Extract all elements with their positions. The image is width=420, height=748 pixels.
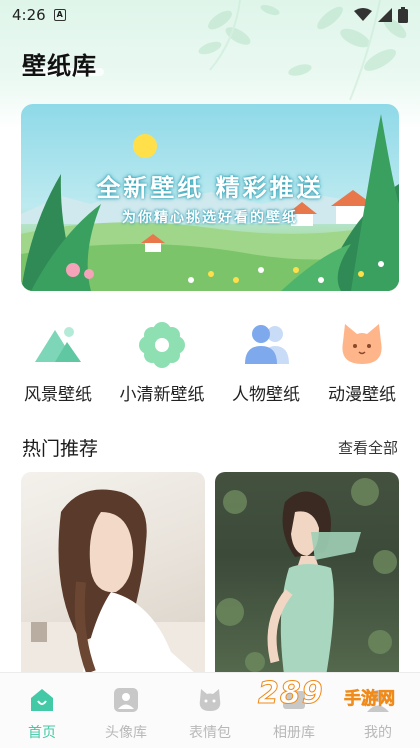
flower-icon [139, 322, 185, 368]
tab-home[interactable]: 首页 [0, 687, 84, 742]
notification-app-icon: A [53, 9, 66, 21]
tab-label: 相册库 [273, 725, 315, 741]
cat-icon [342, 324, 382, 364]
tab-label: 表情包 [189, 725, 231, 741]
tab-emoji[interactable]: 表情包 [168, 687, 252, 742]
category-grid: 风景壁纸 小清新壁纸 人物壁纸 动漫壁纸 [0, 320, 420, 405]
wallpaper-card[interactable] [215, 472, 399, 682]
category-people[interactable]: 人物壁纸 [216, 320, 316, 405]
watermark-logo: 289 [258, 676, 324, 712]
signal-icon [378, 8, 392, 22]
avatar-icon [114, 688, 138, 712]
emoji-icon [199, 689, 221, 711]
category-label: 风景壁纸 [24, 385, 92, 405]
tab-label: 首页 [28, 725, 56, 741]
banner-subtitle: 为你精心挑选好看的壁纸 [122, 210, 298, 226]
tab-label: 头像库 [105, 725, 147, 741]
tab-avatar[interactable]: 头像库 [84, 687, 168, 742]
category-label: 动漫壁纸 [328, 385, 396, 405]
promo-banner[interactable]: 全新壁纸 精彩推送 为你精心挑选好看的壁纸 [21, 104, 399, 291]
status-indicators [354, 7, 408, 23]
view-all-link[interactable]: 查看全部 [338, 437, 398, 458]
people-icon [245, 325, 289, 364]
site-watermark: 289 手游网 [258, 676, 408, 716]
wallpaper-thumbnail [21, 489, 205, 682]
status-time: 4:26 [12, 6, 46, 24]
category-landscape[interactable]: 风景壁纸 [8, 320, 108, 405]
watermark-suffix: 手游网 [344, 689, 396, 710]
wifi-icon [354, 8, 372, 21]
section-title: 热门推荐 [22, 437, 99, 460]
wallpaper-thumbnail [216, 478, 397, 682]
status-bar: 4:26 A [0, 0, 420, 30]
tab-label: 我的 [364, 725, 392, 741]
battery-icon [398, 7, 408, 23]
category-label: 小清新壁纸 [119, 385, 205, 405]
category-label: 人物壁纸 [232, 385, 300, 405]
category-anime[interactable]: 动漫壁纸 [312, 320, 412, 405]
mountain-icon [35, 327, 81, 362]
page-title: 壁纸库 [22, 52, 97, 80]
home-icon [31, 689, 53, 711]
category-fresh[interactable]: 小清新壁纸 [112, 320, 212, 405]
section-header: 热门推荐 查看全部 [22, 434, 398, 460]
banner-title: 全新壁纸 精彩推送 [96, 174, 324, 202]
wallpaper-card[interactable] [21, 472, 205, 682]
